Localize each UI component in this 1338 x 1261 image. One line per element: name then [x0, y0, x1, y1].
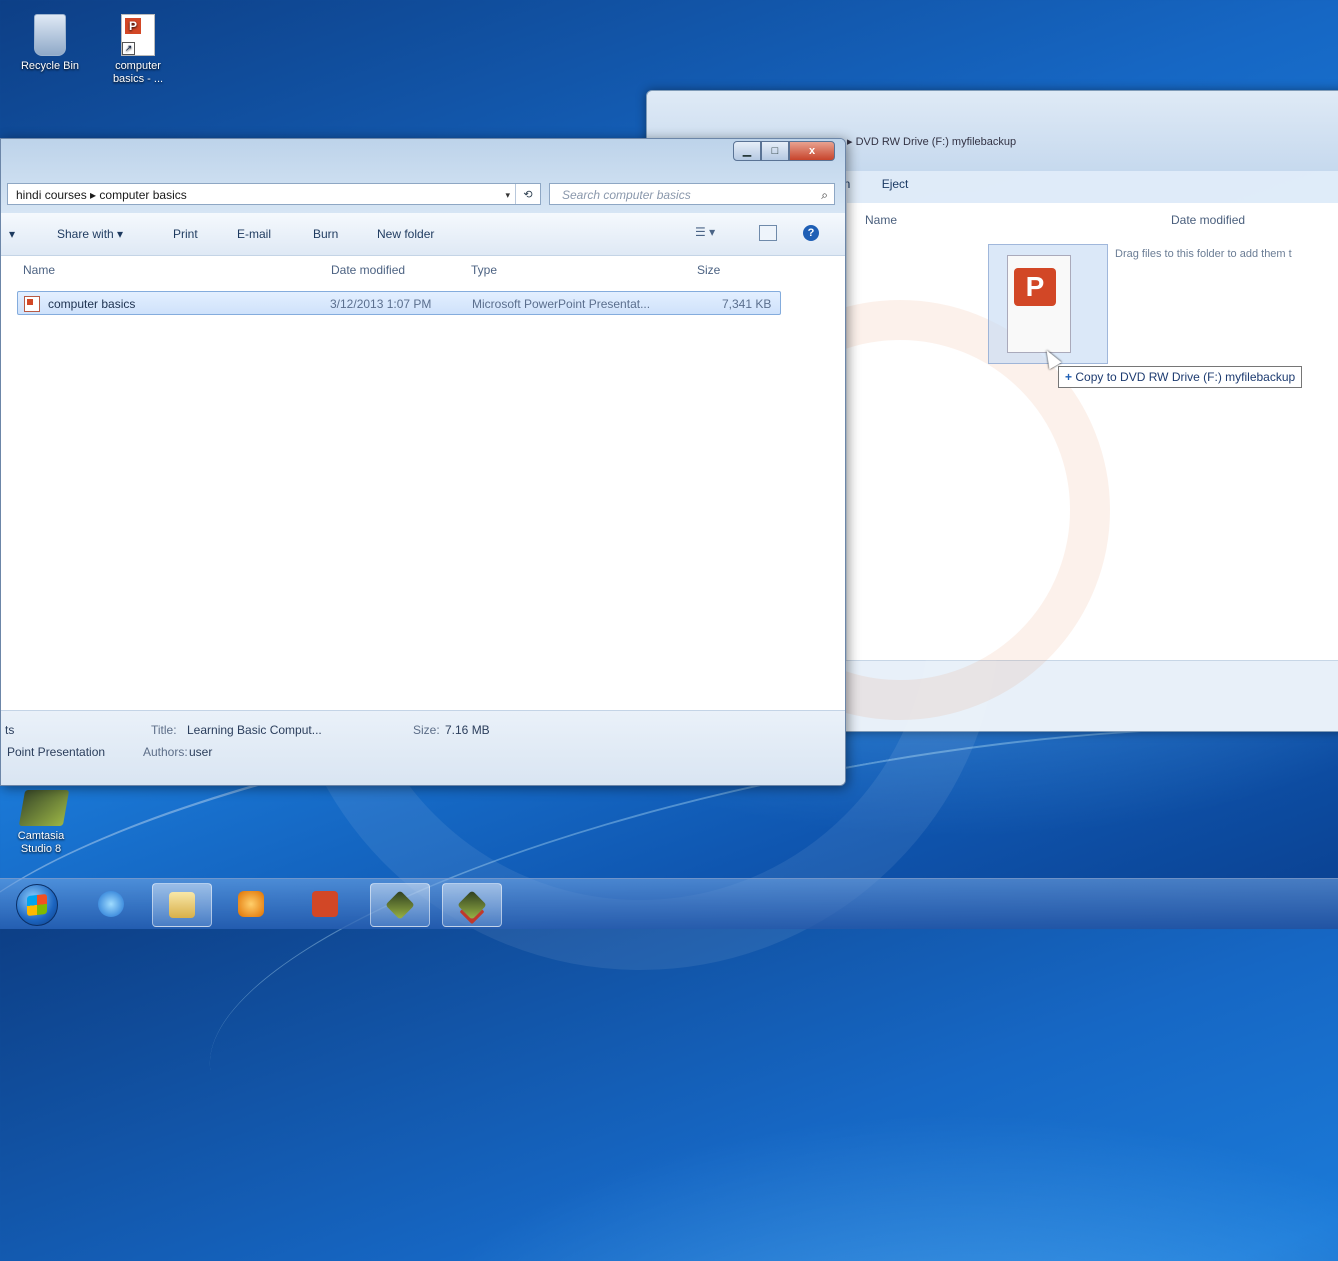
- shortcut-arrow-icon: ↗: [122, 42, 135, 55]
- column-header-type[interactable]: Type: [471, 263, 497, 277]
- powerpoint-icon: P: [1014, 268, 1056, 306]
- file-name: computer basics: [48, 297, 136, 311]
- eject-button[interactable]: Eject: [882, 177, 909, 191]
- drag-tooltip: + Copy to DVD RW Drive (F:) myfilebackup: [1058, 366, 1303, 388]
- preview-pane-icon[interactable]: [759, 225, 777, 241]
- column-header-size[interactable]: Size: [697, 263, 720, 277]
- taskbar-powerpoint[interactable]: [296, 883, 354, 925]
- close-button[interactable]: x: [789, 141, 835, 161]
- taskbar-internet-explorer[interactable]: [82, 883, 140, 925]
- powerpoint-icon: [312, 891, 338, 917]
- taskbar-camtasia-recorder[interactable]: [442, 883, 502, 927]
- column-header-date-modified[interactable]: Date modified: [1171, 213, 1245, 227]
- chevron-down-icon[interactable]: ▾: [505, 184, 510, 206]
- maximize-button[interactable]: □: [761, 141, 789, 161]
- address-bar[interactable]: ▸ DVD RW Drive (F:) myfilebackup: [847, 135, 1016, 148]
- desktop-icon-label: Camtasia Studio 8: [17, 830, 65, 855]
- address-bar[interactable]: hindi courses ▸ computer basics ▾ ⟲: [7, 183, 541, 205]
- media-player-icon: [238, 891, 264, 917]
- help-icon[interactable]: ?: [803, 225, 819, 241]
- details-title-value[interactable]: Learning Basic Comput...: [187, 723, 322, 737]
- camtasia-recorder-icon: [457, 890, 487, 920]
- powerpoint-file-icon: ↗: [121, 14, 155, 56]
- taskbar: [0, 878, 1338, 929]
- powerpoint-file-icon: [24, 296, 40, 312]
- column-headers: Name Date modified Type Size: [1, 255, 845, 283]
- details-pane: ts Point Presentation Title: Learning Ba…: [1, 710, 845, 785]
- minimize-button[interactable]: ▁: [733, 141, 761, 161]
- details-size-value: 7.16 MB: [445, 723, 490, 737]
- search-input[interactable]: Search computer basics ⌕: [549, 183, 835, 205]
- file-size: 7,341 KB: [722, 297, 772, 311]
- column-header-name[interactable]: Name: [865, 213, 897, 227]
- recycle-bin-icon: [34, 14, 66, 56]
- details-size-label: Size:: [413, 723, 440, 737]
- print-button[interactable]: Print: [173, 227, 198, 241]
- new-folder-button[interactable]: New folder: [377, 227, 434, 241]
- empty-folder-hint: Drag files to this folder to add them t: [1115, 248, 1292, 260]
- caption-buttons: ▁ □ x: [733, 141, 835, 161]
- file-row[interactable]: computer basics 3/12/2013 1:07 PM Micros…: [17, 291, 781, 315]
- column-header-date-modified[interactable]: Date modified: [331, 263, 405, 277]
- details-authors-value[interactable]: user: [189, 745, 212, 759]
- internet-explorer-icon: [98, 891, 124, 917]
- taskbar-camtasia[interactable]: [370, 883, 430, 927]
- refresh-icon[interactable]: ⟲: [515, 184, 540, 204]
- email-button[interactable]: E-mail: [237, 227, 271, 241]
- plus-icon: +: [1065, 370, 1073, 384]
- command-bar: on Eject: [837, 177, 936, 191]
- desktop-icon-recycle-bin[interactable]: Recycle Bin: [10, 14, 90, 73]
- share-with-button[interactable]: Share with ▾: [57, 227, 123, 241]
- burn-button[interactable]: Burn: [313, 227, 338, 241]
- search-icon[interactable]: ⌕: [821, 184, 828, 206]
- drag-tooltip-text: Copy to DVD RW Drive (F:) myfilebackup: [1075, 370, 1296, 384]
- desktop-icon-label: Recycle Bin: [20, 60, 80, 72]
- breadcrumb[interactable]: hindi courses ▸ computer basics: [16, 188, 187, 202]
- taskbar-media-player[interactable]: [222, 883, 280, 925]
- explorer-window-computer-basics[interactable]: ▁ □ x hindi courses ▸ computer basics ▾ …: [0, 138, 846, 786]
- details-title-label: Title:: [151, 723, 177, 737]
- taskbar-windows-explorer[interactable]: [152, 883, 212, 927]
- window-titlebar[interactable]: ▁ □ x hindi courses ▸ computer basics ▾ …: [1, 139, 845, 213]
- file-date: 3/12/2013 1:07 PM: [330, 297, 432, 311]
- command-bar: ▾ Share with ▾ Print E-mail Burn New fol…: [1, 213, 845, 256]
- organize-button[interactable]: ▾: [9, 227, 15, 241]
- desktop-icon-computer-basics-shortcut[interactable]: ↗ computer basics - ...: [98, 14, 178, 86]
- details-file-type: Point Presentation: [7, 745, 106, 759]
- search-placeholder: Search computer basics: [562, 188, 691, 202]
- desktop-icon-label: computer basics - ...: [112, 60, 164, 85]
- column-header-name[interactable]: Name: [23, 263, 55, 277]
- file-type: Microsoft PowerPoint Presentat...: [472, 297, 651, 311]
- drag-preview: P: [988, 244, 1108, 364]
- start-button[interactable]: [16, 884, 58, 926]
- camtasia-icon: [18, 790, 70, 826]
- details-authors-label: Authors:: [143, 745, 188, 759]
- details-file-name: ts: [5, 723, 15, 737]
- change-view-button[interactable]: ☰ ▾: [695, 225, 715, 239]
- camtasia-icon: [385, 890, 415, 920]
- desktop-icon-camtasia[interactable]: Camtasia Studio 8: [4, 790, 84, 856]
- document-icon: P: [1007, 255, 1071, 353]
- folder-icon: [169, 892, 195, 918]
